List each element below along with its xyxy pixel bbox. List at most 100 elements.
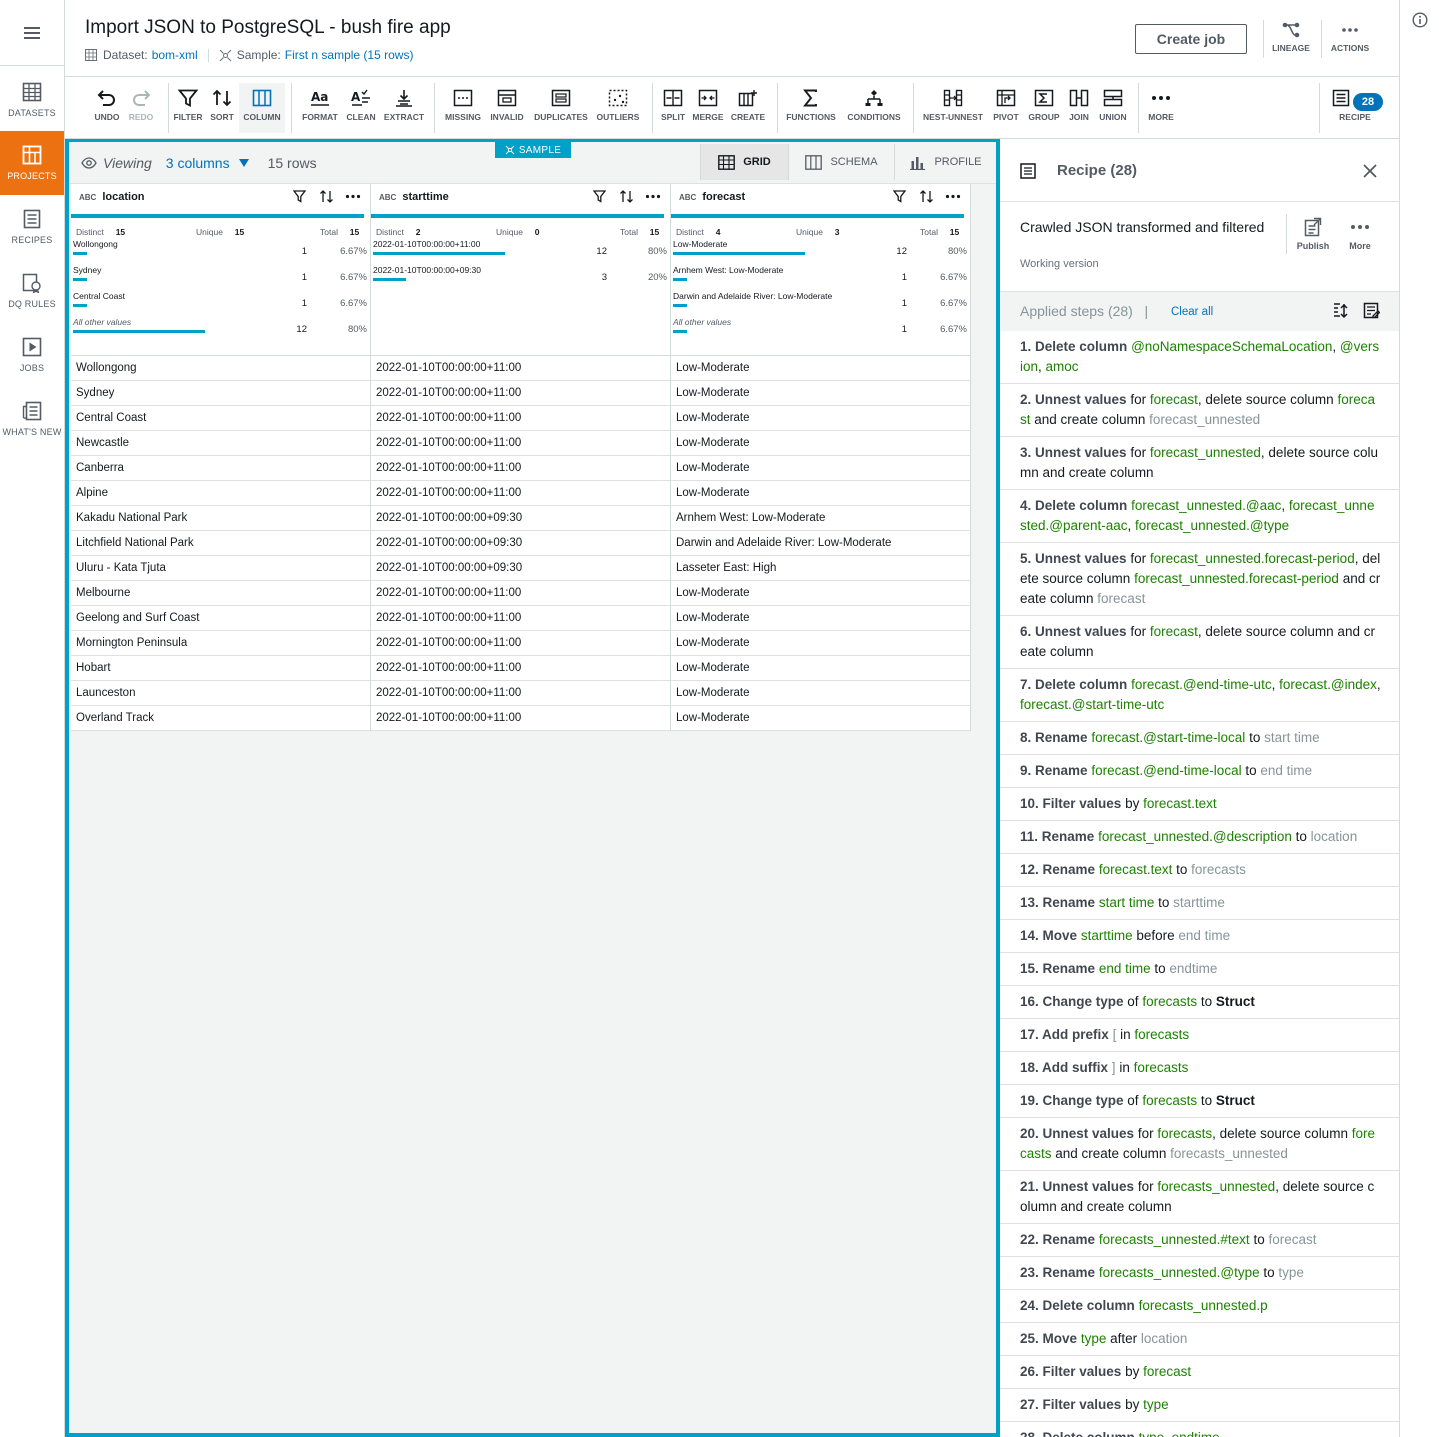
table-cell[interactable]: Low-Moderate [671,706,970,731]
outliers-button[interactable]: OUTLIERS [593,83,643,133]
recipe-step[interactable]: 20. Unnest values for forecasts, delete … [1000,1118,1399,1171]
dataset-link[interactable]: bom-xml [152,48,198,62]
table-cell[interactable]: 2022-01-10T00:00:00+09:30 [371,531,670,556]
nav-jobs[interactable]: JOBS [0,323,64,387]
column-sort-button[interactable] [919,190,934,203]
recipe-step[interactable]: 18. Add suffix ] in forecasts [1000,1052,1399,1085]
table-cell[interactable]: 2022-01-10T00:00:00+11:00 [371,356,670,381]
recipe-step[interactable]: 10. Filter values by forecast.text [1000,788,1399,821]
join-button[interactable]: JOIN [1063,83,1095,133]
table-cell[interactable]: 2022-01-10T00:00:00+09:30 [371,556,670,581]
edit-recipe-icon[interactable] [1363,302,1380,319]
recipe-step[interactable]: 14. Move starttime before end time [1000,920,1399,953]
nav-recipes[interactable]: RECIPES [0,195,64,259]
column-filter-button[interactable] [593,190,606,203]
table-cell[interactable]: 2022-01-10T00:00:00+11:00 [371,706,670,731]
nav-whats-new[interactable]: WHAT'S NEW [0,387,64,451]
recipe-step[interactable]: 3. Unnest values for forecast_unnested, … [1000,437,1399,490]
table-cell[interactable]: 2022-01-10T00:00:00+09:30 [371,506,670,531]
table-cell[interactable]: Central Coast [71,406,370,431]
table-cell[interactable]: Low-Moderate [671,481,970,506]
recipe-step[interactable]: 25. Move type after location [1000,1323,1399,1356]
collapse-steps-icon[interactable] [1332,302,1349,319]
recipe-more-button[interactable]: More [1337,217,1383,251]
publish-button[interactable]: Publish [1290,217,1336,251]
recipe-step[interactable]: 13. Rename start time to starttime [1000,887,1399,920]
table-cell[interactable]: 2022-01-10T00:00:00+11:00 [371,656,670,681]
column-menu-button[interactable] [645,190,661,203]
recipe-step[interactable]: 15. Rename end time to endtime [1000,953,1399,986]
actions-button[interactable]: ACTIONS [1322,22,1378,53]
column-sort-button[interactable] [319,190,334,203]
column-filter-button[interactable] [893,190,906,203]
table-cell[interactable]: 2022-01-10T00:00:00+11:00 [371,681,670,706]
table-cell[interactable]: Low-Moderate [671,406,970,431]
recipe-step[interactable]: 4. Delete column forecast_unnested.@aac,… [1000,490,1399,543]
table-cell[interactable]: Overland Track [71,706,370,731]
table-cell[interactable]: Geelong and Surf Coast [71,606,370,631]
recipe-step[interactable]: 12. Rename forecast.text to forecasts [1000,854,1399,887]
clear-all-link[interactable]: Clear all [1171,306,1213,318]
recipe-step[interactable]: 19. Change type of forecasts to Struct [1000,1085,1399,1118]
profile-view-tab[interactable]: PROFILE [894,144,996,180]
duplicates-button[interactable]: DUPLICATES [531,83,591,133]
table-cell[interactable]: Kakadu National Park [71,506,370,531]
column-header[interactable]: ABC forecast [671,184,970,210]
recipe-step[interactable]: 17. Add prefix [ in forecasts [1000,1019,1399,1052]
recipe-step[interactable]: 6. Unnest values for forecast, delete so… [1000,616,1399,669]
table-cell[interactable]: Litchfield National Park [71,531,370,556]
recipe-step[interactable]: 27. Filter values by type [1000,1389,1399,1422]
table-cell[interactable]: 2022-01-10T00:00:00+11:00 [371,406,670,431]
table-cell[interactable]: 2022-01-10T00:00:00+11:00 [371,631,670,656]
table-cell[interactable]: Low-Moderate [671,356,970,381]
recipe-step[interactable]: 24. Delete column forecasts_unnested.p [1000,1290,1399,1323]
recipe-step[interactable]: 8. Rename forecast.@start-time-local to … [1000,722,1399,755]
column-header[interactable]: ABC starttime [371,184,670,210]
table-cell[interactable]: Alpine [71,481,370,506]
column-filter-button[interactable] [293,190,306,203]
table-cell[interactable]: Low-Moderate [671,631,970,656]
table-cell[interactable]: Darwin and Adelaide River: Low-Moderate [671,531,970,556]
conditions-button[interactable]: CONDITIONS [843,83,905,133]
create-job-button[interactable]: Create job [1135,24,1247,54]
table-cell[interactable]: Mornington Peninsula [71,631,370,656]
missing-button[interactable]: MISSING [441,83,485,133]
table-cell[interactable]: Hobart [71,656,370,681]
table-cell[interactable]: 2022-01-10T00:00:00+11:00 [371,481,670,506]
recipe-step[interactable]: 23. Rename forecasts_unnested.@type to t… [1000,1257,1399,1290]
sample-link[interactable]: First n sample (15 rows) [285,48,414,62]
column-sort-button[interactable] [619,190,634,203]
recipe-step[interactable]: 1. Delete column @noNamespaceSchemaLocat… [1000,331,1399,384]
recipe-step[interactable]: 28. Delete column type, endtime [1000,1422,1399,1437]
recipe-step[interactable]: 9. Rename forecast.@end-time-local to en… [1000,755,1399,788]
table-cell[interactable]: 2022-01-10T00:00:00+11:00 [371,606,670,631]
merge-button[interactable]: MERGE [690,83,726,133]
caret-down-icon[interactable] [238,158,250,168]
table-cell[interactable]: Uluru - Kata Tjuta [71,556,370,581]
recipe-step[interactable]: 11. Rename forecast_unnested.@descriptio… [1000,821,1399,854]
recipe-step[interactable]: 26. Filter values by forecast [1000,1356,1399,1389]
recipe-step[interactable]: 21. Unnest values for forecasts_unnested… [1000,1171,1399,1224]
invalid-button[interactable]: INVALID [486,83,528,133]
recipe-step[interactable]: 5. Unnest values for forecast_unnested.f… [1000,543,1399,616]
table-cell[interactable]: Low-Moderate [671,656,970,681]
table-cell[interactable]: 2022-01-10T00:00:00+11:00 [371,381,670,406]
recipe-step[interactable]: 16. Change type of forecasts to Struct [1000,986,1399,1019]
schema-view-tab[interactable]: SCHEMA [788,144,894,180]
table-cell[interactable]: Arnhem West: Low-Moderate [671,506,970,531]
table-cell[interactable]: 2022-01-10T00:00:00+11:00 [371,456,670,481]
info-icon[interactable] [1412,12,1428,28]
redo-button[interactable]: REDO [123,83,159,133]
nest-unnest-button[interactable]: NEST-UNNEST [919,83,987,133]
recipe-step[interactable]: 22. Rename forecasts_unnested.#text to f… [1000,1224,1399,1257]
table-cell[interactable]: Canberra [71,456,370,481]
nav-projects[interactable]: PROJECTS [0,131,64,195]
table-cell[interactable]: 2022-01-10T00:00:00+11:00 [371,581,670,606]
table-cell[interactable]: Sydney [71,381,370,406]
table-cell[interactable]: Low-Moderate [671,606,970,631]
menu-button[interactable] [0,0,64,66]
clean-button[interactable]: A CLEAN [342,83,380,133]
extract-button[interactable]: EXTRACT [381,83,427,133]
create-button[interactable]: CREATE [727,83,769,133]
table-cell[interactable]: Lasseter East: High [671,556,970,581]
